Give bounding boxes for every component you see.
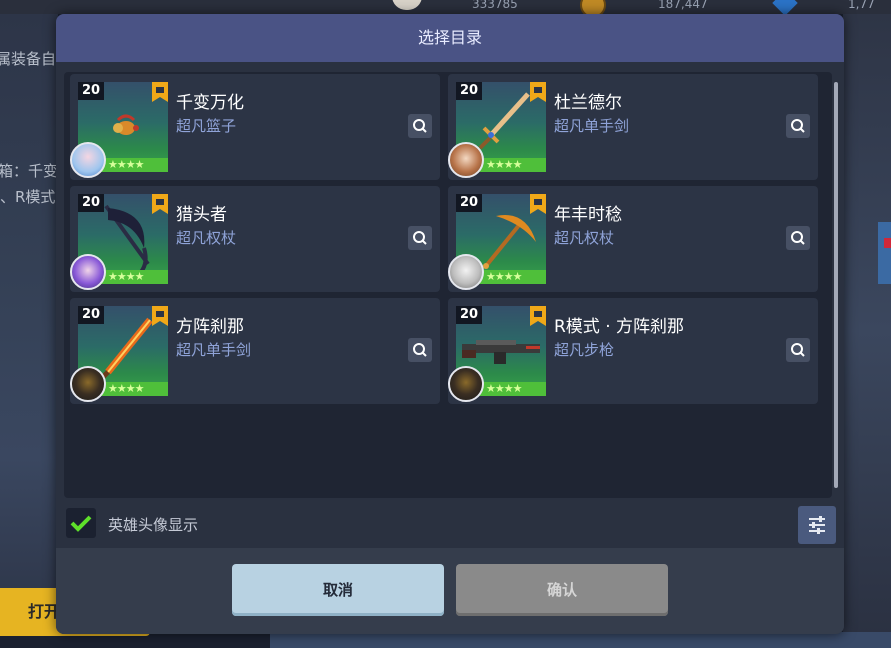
level-badge: 20	[78, 306, 104, 324]
toggle-label: 英雄头像显示	[108, 516, 199, 534]
bookmark-icon	[152, 194, 168, 214]
hero-avatar	[70, 142, 106, 178]
top-bar: 333785 187,447 1,77	[0, 0, 891, 18]
background-right-panel	[843, 14, 891, 648]
level-badge: 20	[78, 82, 104, 100]
weapon-list[interactable]: ★★★★ 20 千变万化 超凡篮子 ★★★★ 20 杜兰德尔 超凡单手剑 ★★★…	[64, 72, 838, 498]
weapon-item[interactable]: ★★★★ 20 杜兰德尔 超凡单手剑	[448, 74, 818, 180]
search-icon	[413, 231, 427, 245]
cancel-button[interactable]: 取消	[232, 564, 444, 616]
confirm-button[interactable]: 确认	[456, 564, 668, 616]
weapon-type: 超凡权杖	[176, 229, 237, 247]
currency-amount: 1,77	[848, 0, 875, 11]
weapon-name: 猎头者	[176, 205, 227, 225]
hero-avatar	[448, 142, 484, 178]
hero-avatar	[448, 366, 484, 402]
currency-amount: 333785	[472, 0, 518, 11]
weapon-name: 杜兰德尔	[554, 93, 622, 113]
background-text: 箱：千变	[0, 162, 59, 180]
level-badge: 20	[456, 306, 482, 324]
star-rating: ★★★★	[486, 270, 522, 283]
scrollbar[interactable]	[834, 82, 838, 488]
bookmark-icon	[530, 82, 546, 102]
level-badge: 20	[456, 194, 482, 212]
bookmark-icon	[530, 306, 546, 326]
weapon-type: 超凡步枪	[554, 341, 615, 359]
star-rating: ★★★★	[108, 382, 144, 395]
star-rating: ★★★★	[486, 158, 522, 171]
star-rating: ★★★★	[486, 382, 522, 395]
sliders-icon	[809, 516, 825, 534]
star-rating: ★★★★	[108, 270, 144, 283]
bookmark-icon	[530, 194, 546, 214]
inspect-button[interactable]	[408, 114, 432, 138]
inspect-button[interactable]	[786, 338, 810, 362]
inspect-button[interactable]	[408, 338, 432, 362]
weapon-item[interactable]: ★★★★ 20 方阵刹那 超凡单手剑	[70, 298, 440, 404]
weapon-name: 方阵刹那	[176, 317, 244, 337]
currency-amount: 187,447	[658, 0, 708, 11]
checkbox[interactable]	[66, 508, 96, 538]
dialog-title: 选择目录	[56, 14, 844, 62]
weapon-item[interactable]: ★★★★ 20 R模式 · 方阵刹那 超凡步枪	[448, 298, 818, 404]
show-hero-avatar-toggle[interactable]: 英雄头像显示	[64, 506, 836, 548]
background-text: 属装备自	[0, 50, 57, 68]
inspect-button[interactable]	[786, 114, 810, 138]
weapon-type: 超凡权杖	[554, 229, 615, 247]
background-bottom-bar	[270, 632, 891, 648]
hero-avatar	[448, 254, 484, 290]
search-icon	[791, 231, 805, 245]
weapon-type: 超凡单手剑	[176, 341, 252, 359]
filter-button[interactable]	[798, 506, 836, 544]
hero-avatar	[70, 254, 106, 290]
teacup-icon	[392, 0, 422, 10]
weapon-item[interactable]: ★★★★ 20 猎头者 超凡权杖	[70, 186, 440, 292]
background-decoration	[878, 222, 891, 284]
weapon-name: R模式 · 方阵刹那	[554, 317, 685, 337]
weapon-name: 千变万化	[176, 93, 244, 113]
weapon-type: 超凡单手剑	[554, 117, 630, 135]
inspect-button[interactable]	[408, 226, 432, 250]
level-badge: 20	[78, 194, 104, 212]
weapon-item[interactable]: ★★★★ 20 年丰时稔 超凡权杖	[448, 186, 818, 292]
bookmark-icon	[152, 82, 168, 102]
select-catalog-dialog: 选择目录 ★★★★ 20 千变万化 超凡篮子 ★★★★ 20 杜兰德尔 超凡单手…	[56, 14, 844, 634]
search-icon	[791, 119, 805, 133]
inspect-button[interactable]	[786, 226, 810, 250]
background-text: 、R模式	[0, 188, 56, 206]
search-icon	[791, 343, 805, 357]
background-decoration	[884, 238, 891, 248]
search-icon	[413, 343, 427, 357]
star-rating: ★★★★	[108, 158, 144, 171]
bookmark-icon	[152, 306, 168, 326]
hero-avatar	[70, 366, 106, 402]
weapon-item[interactable]: ★★★★ 20 千变万化 超凡篮子	[70, 74, 440, 180]
level-badge: 20	[456, 82, 482, 100]
weapon-type: 超凡篮子	[176, 117, 237, 135]
dialog-footer: 取消 确认	[56, 548, 844, 634]
search-icon	[413, 119, 427, 133]
check-icon	[70, 515, 92, 532]
background-left-panel	[0, 14, 58, 648]
weapon-name: 年丰时稔	[554, 205, 622, 225]
